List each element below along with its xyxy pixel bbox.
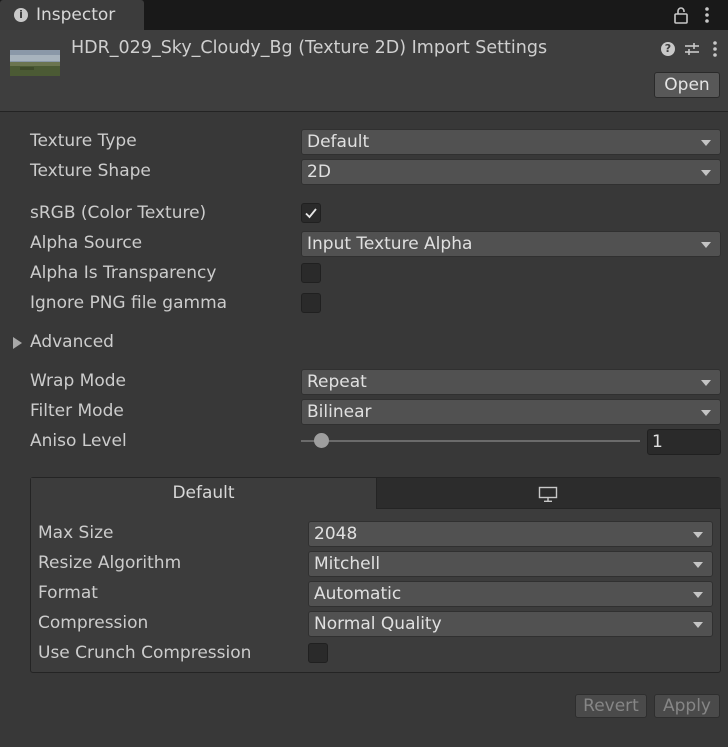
texture-shape-label: Texture Shape xyxy=(30,161,151,181)
compression-value: Normal Quality xyxy=(314,614,442,634)
chevron-down-icon xyxy=(693,562,703,568)
wrap-mode-dropdown[interactable]: Repeat xyxy=(301,369,721,395)
max-size-label: Max Size xyxy=(38,523,114,543)
wrap-mode-label: Wrap Mode xyxy=(30,371,126,391)
max-size-value: 2048 xyxy=(314,524,358,544)
texture-type-label: Texture Type xyxy=(30,131,137,151)
help-icon[interactable]: ? xyxy=(661,42,675,56)
resize-algorithm-label: Resize Algorithm xyxy=(38,553,182,573)
checkmark-icon xyxy=(305,208,317,219)
alpha-source-value: Input Texture Alpha xyxy=(307,234,473,254)
monitor-icon xyxy=(538,486,558,503)
texture-shape-dropdown[interactable]: 2D xyxy=(301,159,721,185)
format-value: Automatic xyxy=(314,584,402,604)
tab-title: Inspector xyxy=(36,5,116,25)
filter-mode-value: Bilinear xyxy=(307,402,372,422)
wrap-mode-value: Repeat xyxy=(307,372,367,392)
kebab-menu-icon[interactable] xyxy=(701,6,713,24)
lock-icon[interactable] xyxy=(672,6,690,24)
alpha-is-transparency-label: Alpha Is Transparency xyxy=(30,263,217,283)
chevron-down-icon xyxy=(693,622,703,628)
apply-button[interactable]: Apply xyxy=(654,694,720,718)
info-icon: i xyxy=(14,8,28,22)
texture-type-dropdown[interactable]: Default xyxy=(301,129,721,155)
resize-algorithm-dropdown[interactable]: Mitchell xyxy=(308,551,713,577)
filter-mode-label: Filter Mode xyxy=(30,401,124,421)
alpha-is-transparency-checkbox[interactable] xyxy=(301,263,321,283)
chevron-down-icon xyxy=(693,532,703,538)
use-crunch-checkbox[interactable] xyxy=(308,643,328,663)
alpha-source-label: Alpha Source xyxy=(30,233,143,253)
open-button[interactable]: Open xyxy=(654,72,720,98)
preset-icon[interactable] xyxy=(684,41,700,57)
max-size-dropdown[interactable]: 2048 xyxy=(308,521,713,547)
srgb-checkbox[interactable] xyxy=(301,203,321,223)
texture-type-value: Default xyxy=(307,132,370,152)
format-dropdown[interactable]: Automatic xyxy=(308,581,713,607)
chevron-down-icon xyxy=(693,592,703,598)
revert-button[interactable]: Revert xyxy=(575,694,647,718)
import-settings-title: HDR_029_Sky_Cloudy_Bg (Texture 2D) Impor… xyxy=(71,38,548,58)
advanced-foldout[interactable]: Advanced xyxy=(30,332,114,352)
srgb-label: sRGB (Color Texture) xyxy=(30,203,207,223)
compression-label: Compression xyxy=(38,613,149,633)
aniso-level-input[interactable]: 1 xyxy=(647,429,721,455)
chevron-down-icon xyxy=(701,170,711,176)
alpha-source-dropdown[interactable]: Input Texture Alpha xyxy=(301,231,721,257)
chevron-down-icon xyxy=(701,410,711,416)
format-label: Format xyxy=(38,583,98,603)
aniso-level-slider-thumb[interactable] xyxy=(314,433,329,448)
ignore-png-gamma-label: Ignore PNG file gamma xyxy=(30,293,228,313)
resize-algorithm-value: Mitchell xyxy=(314,554,381,574)
chevron-down-icon xyxy=(701,140,711,146)
chevron-down-icon xyxy=(701,380,711,386)
ignore-png-gamma-checkbox[interactable] xyxy=(301,293,321,313)
tab-default[interactable]: Default xyxy=(31,478,376,509)
compression-dropdown[interactable]: Normal Quality xyxy=(308,611,713,637)
kebab-menu-icon[interactable] xyxy=(711,40,719,58)
foldout-arrow-icon[interactable] xyxy=(13,337,22,349)
filter-mode-dropdown[interactable]: Bilinear xyxy=(301,399,721,425)
aniso-level-label: Aniso Level xyxy=(30,431,127,451)
use-crunch-label: Use Crunch Compression xyxy=(38,643,252,663)
texture-thumbnail xyxy=(10,50,60,76)
aniso-level-slider-track[interactable] xyxy=(301,440,640,442)
texture-shape-value: 2D xyxy=(307,162,331,182)
chevron-down-icon xyxy=(701,242,711,248)
